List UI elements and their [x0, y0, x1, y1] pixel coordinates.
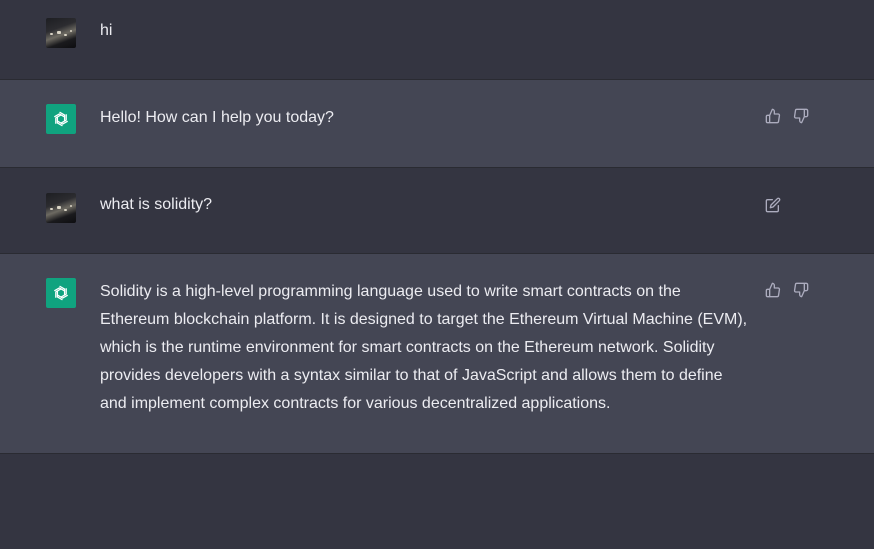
user-avatar — [46, 18, 76, 48]
message-text: what is solidity? — [100, 196, 213, 213]
openai-logo-icon — [46, 278, 76, 308]
message-assistant-2: Solidity is a high-level programming lan… — [0, 254, 874, 453]
message-text: Solidity is a high-level programming lan… — [100, 283, 748, 412]
message-assistant-1: Hello! How can I help you today? — [0, 80, 874, 167]
message-text: Hello! How can I help you today? — [100, 109, 334, 126]
message-user-1: hi — [0, 0, 874, 79]
thumbs-up-icon[interactable] — [765, 108, 781, 124]
thumbs-down-icon[interactable] — [793, 282, 809, 298]
message-text: hi — [100, 22, 113, 39]
message-divider — [0, 453, 874, 454]
thumbs-up-icon[interactable] — [765, 282, 781, 298]
message-user-2: what is solidity? — [0, 168, 874, 253]
user-avatar — [46, 193, 76, 223]
edit-icon[interactable] — [765, 197, 781, 213]
openai-logo-icon — [46, 104, 76, 134]
thumbs-down-icon[interactable] — [793, 108, 809, 124]
